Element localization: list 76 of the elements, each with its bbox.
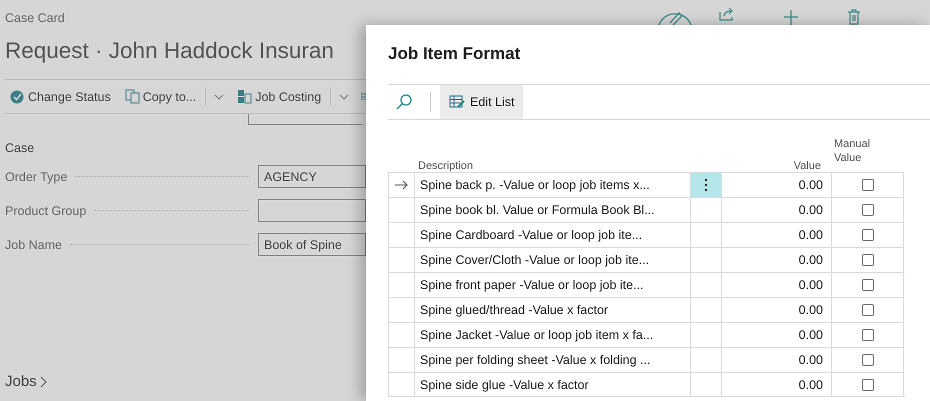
table-cell: Spine glued/thread -Value x factor <box>414 297 690 322</box>
table-cell: Spine Cardboard -Value or loop job ite... <box>414 222 690 247</box>
arrow-right-icon <box>395 180 408 190</box>
table-cell: Spine book bl. Value or Formula Book Bl... <box>414 197 690 222</box>
table-cell: Spine back p. -Value or loop job items x... <box>414 172 690 197</box>
page-title: Request · John Haddock Insuran <box>5 38 334 64</box>
table-cell: Spine side glue -Value x factor <box>414 372 690 397</box>
input-field[interactable]: AGENCY <box>258 165 366 188</box>
field-label: Product Group <box>5 204 86 218</box>
row-marker-cell[interactable] <box>388 297 414 322</box>
field-label: Job Name <box>5 238 62 252</box>
column-header[interactable]: Manual Value <box>829 137 899 172</box>
row-marker-cell[interactable] <box>388 197 414 222</box>
checkbox[interactable] <box>862 378 874 390</box>
table-cell: 0.00 <box>721 222 831 247</box>
row-marker-cell[interactable] <box>388 247 414 272</box>
page-breadcrumb: Case Card <box>5 11 65 25</box>
table-cell: 0.00 <box>721 322 831 347</box>
costing-icon <box>237 89 252 104</box>
row-actions-cell[interactable] <box>690 297 721 322</box>
row-actions-cell[interactable] <box>690 247 721 272</box>
status-check-icon <box>10 89 25 104</box>
checkbox[interactable] <box>862 304 874 316</box>
row-marker-cell[interactable] <box>388 172 414 197</box>
edit-list-icon <box>449 95 465 109</box>
row-marker-cell[interactable] <box>388 222 414 247</box>
input-field[interactable]: Book of Spine <box>258 233 366 256</box>
jobs-link[interactable]: Jobs <box>5 373 37 390</box>
column-header[interactable]: Value <box>719 160 829 172</box>
checkbox[interactable] <box>862 279 874 291</box>
row-actions-cell[interactable] <box>690 172 721 197</box>
input-field[interactable] <box>258 199 366 222</box>
table-cell: 0.00 <box>721 347 831 372</box>
delete-icon[interactable] <box>846 9 861 25</box>
row-marker-cell[interactable] <box>388 372 414 397</box>
search-icon[interactable] <box>396 94 412 110</box>
table-cell: Spine per folding sheet -Value x folding ... <box>414 347 690 372</box>
table-cell: 0.00 <box>721 197 831 222</box>
copy-icon <box>124 89 140 104</box>
checkbox[interactable] <box>862 329 874 341</box>
row-actions-cell[interactable] <box>690 372 721 397</box>
row-actions-cell[interactable] <box>690 347 721 372</box>
checkbox[interactable] <box>862 179 874 191</box>
table-cell: 0.00 <box>721 172 831 197</box>
checkbox[interactable] <box>862 229 874 241</box>
more-options-icon[interactable] <box>704 178 708 192</box>
dialog-title: Job Item Format <box>388 44 522 64</box>
add-icon[interactable] <box>782 9 799 25</box>
column-header[interactable]: Description <box>413 160 689 172</box>
action-button[interactable]: Change Status <box>5 89 116 104</box>
chevron-right-icon <box>40 376 47 388</box>
field-label: Order Type <box>5 170 68 184</box>
row-actions-cell[interactable] <box>690 197 721 222</box>
table-cell: 0.00 <box>721 247 831 272</box>
row-marker-cell[interactable] <box>388 322 414 347</box>
table-cell: 0.00 <box>721 297 831 322</box>
caret-icon[interactable] <box>214 94 224 100</box>
edit-list-button[interactable]: Edit List <box>440 85 524 119</box>
row-marker-cell[interactable] <box>388 272 414 297</box>
table-cell: 0.00 <box>721 372 831 397</box>
checkbox[interactable] <box>862 354 874 366</box>
row-actions-cell[interactable] <box>690 222 721 247</box>
row-actions-cell[interactable] <box>690 322 721 347</box>
row-actions-cell[interactable] <box>690 272 721 297</box>
section-heading: Case <box>5 141 34 155</box>
table-cell: Spine Jacket -Value or loop job item x fa... <box>414 322 690 347</box>
table-cell: 0.00 <box>721 272 831 297</box>
share-icon[interactable] <box>718 7 735 21</box>
action-button[interactable]: Job Costing <box>232 89 326 104</box>
table-cell: Spine Cover/Cloth -Value or loop job ite... <box>414 247 690 272</box>
action-button[interactable]: Copy to... <box>120 89 202 104</box>
table-cell: Spine front paper -Value or loop job ite... <box>414 272 690 297</box>
checkbox[interactable] <box>862 254 874 266</box>
row-marker-cell[interactable] <box>388 347 414 372</box>
checkbox[interactable] <box>862 204 874 216</box>
caret-icon[interactable] <box>339 94 350 100</box>
